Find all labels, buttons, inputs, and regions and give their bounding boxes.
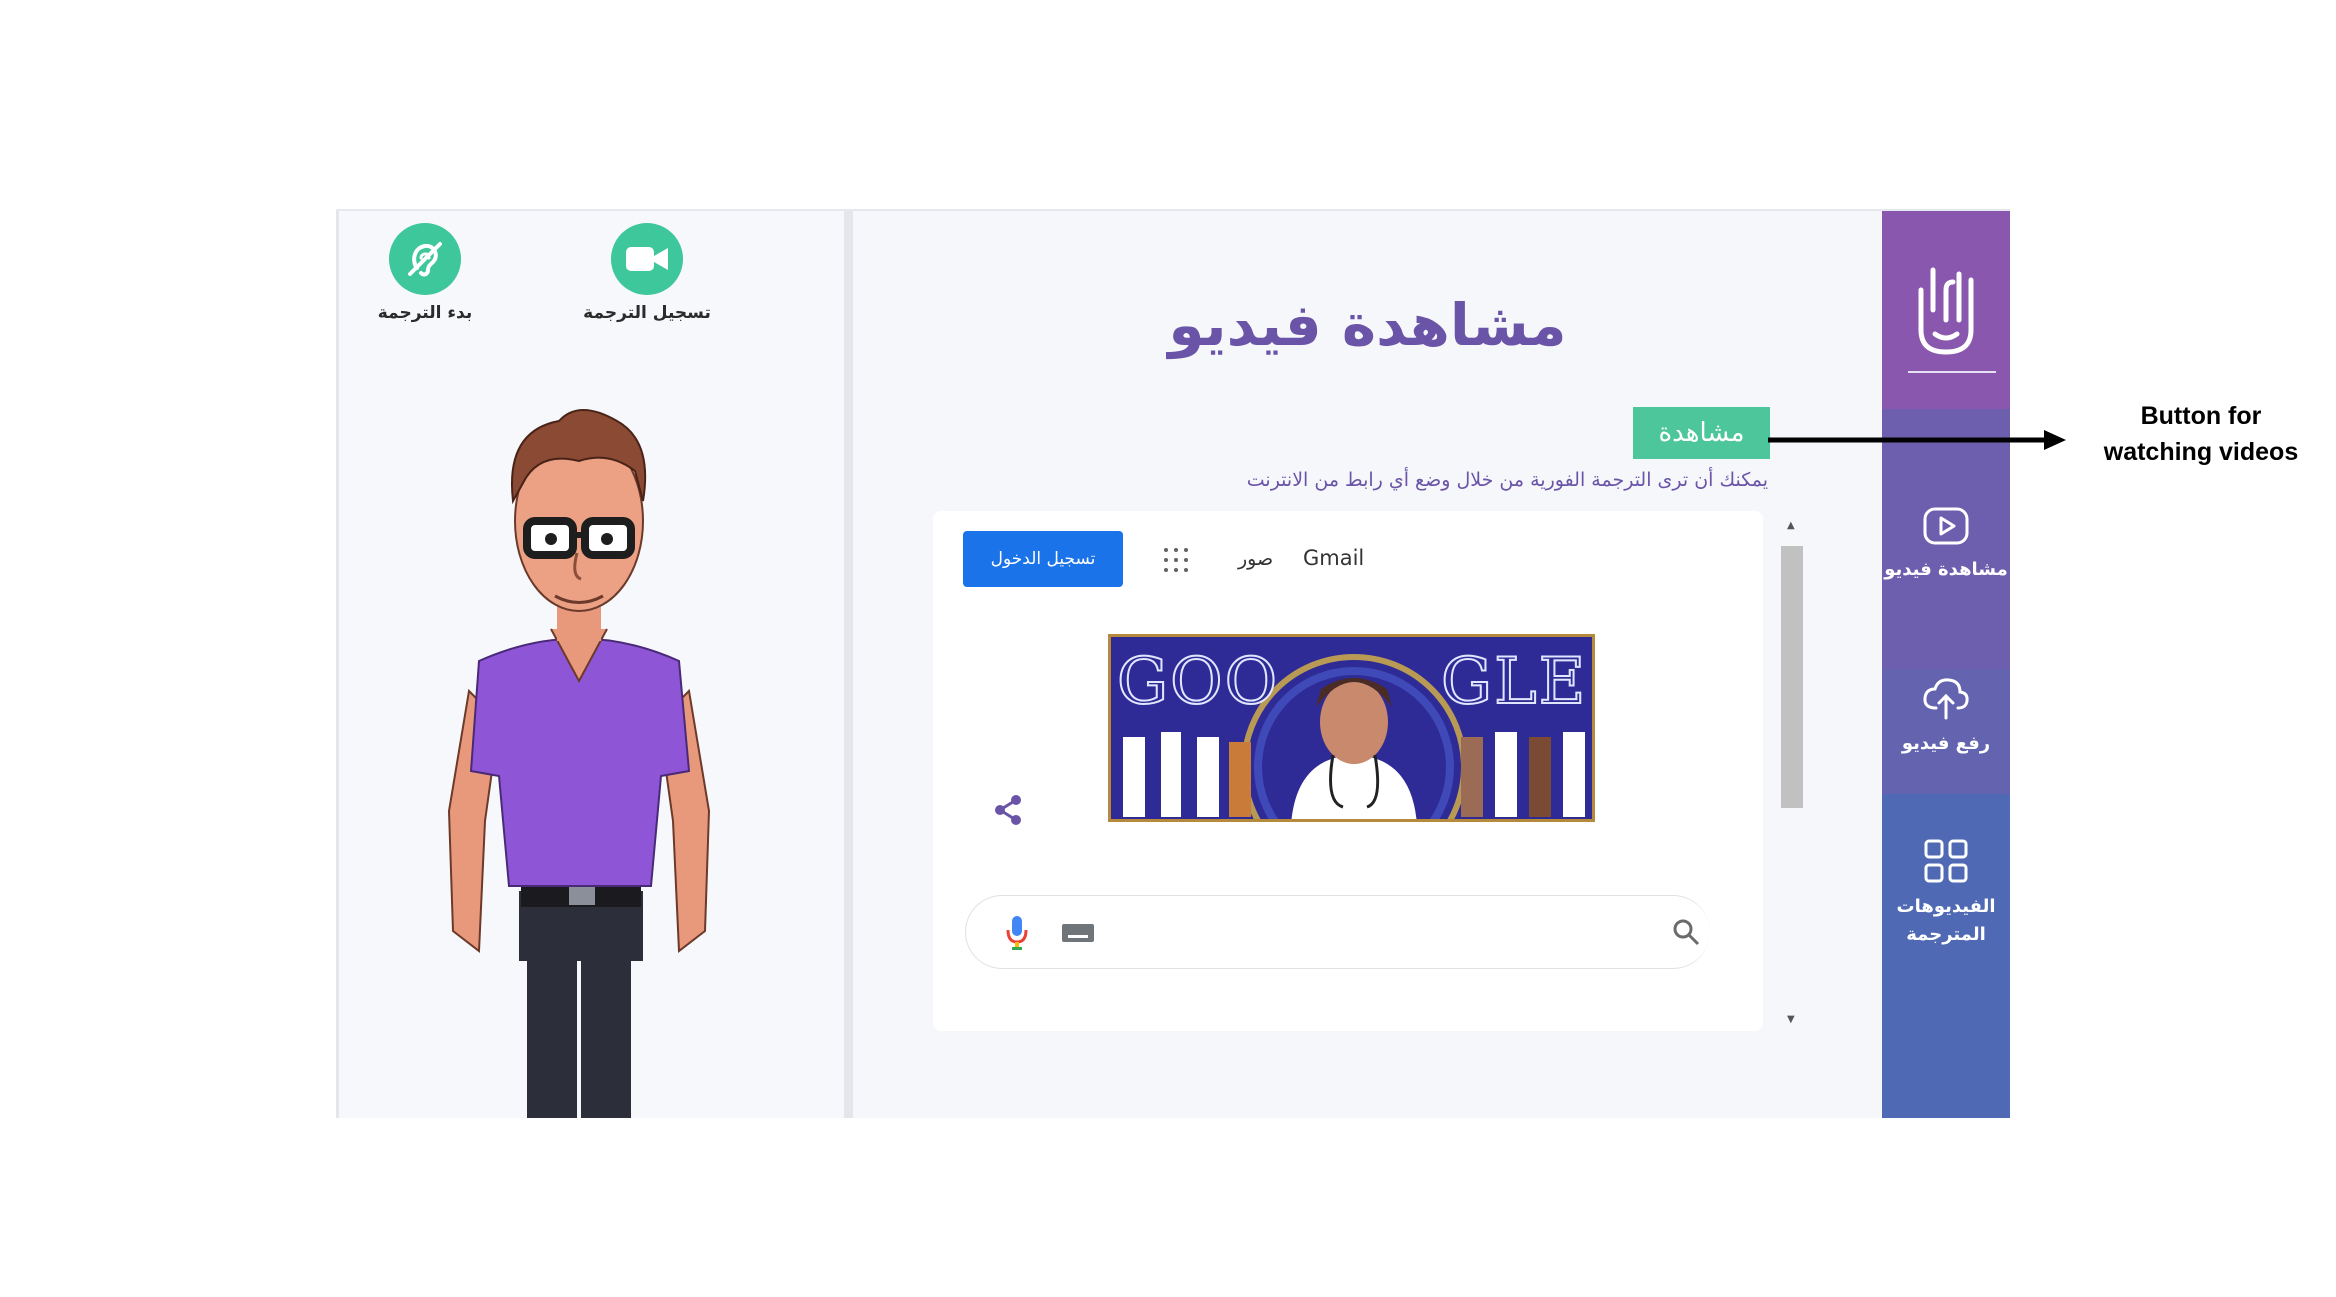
- browser-scrollbar[interactable]: ▲ ▼: [1781, 516, 1803, 1036]
- annotation-line-2: watching videos: [2103, 438, 2299, 466]
- record-translation-label: تسجيل الترجمة: [583, 303, 711, 323]
- doodle-text-left: GOO: [1116, 644, 1280, 720]
- search-icon[interactable]: [1672, 918, 1700, 946]
- microphone-icon[interactable]: [1006, 916, 1028, 950]
- grid-icon: [1924, 839, 1968, 883]
- start-translation-label: بدء الترجمة: [377, 303, 473, 323]
- sidebar-item-label: رفع فيديو: [1901, 733, 1991, 754]
- sidebar-item-translated-videos[interactable]: الفيديوهات المترجمة: [1882, 839, 2010, 949]
- app-logo: [1882, 211, 2010, 409]
- hint-text: يمكنك أن ترى الترجمة الفورية من خلال وضع…: [1246, 469, 1768, 491]
- sidebar-item-watch-video[interactable]: مشاهدة فيديو: [1882, 506, 2010, 584]
- hand-logo-icon: [1918, 267, 1974, 355]
- annotation-caption: Button for watching videos: [2076, 398, 2326, 470]
- app-frame: بدء الترجمة تسجيل الترجمة مشاهدة فيديو م…: [336, 209, 2010, 1118]
- annotation-line-1: Button for: [2140, 402, 2262, 430]
- sidebar-item-label: مشاهدة فيديو: [1884, 559, 2008, 580]
- images-link[interactable]: صور: [1238, 548, 1273, 570]
- search-input[interactable]: [965, 895, 1710, 969]
- record-translation-button[interactable]: تسجيل الترجمة: [572, 223, 722, 323]
- page-title: مشاهدة فيديو: [1168, 291, 1567, 359]
- start-translation-button[interactable]: بدء الترجمة: [350, 223, 500, 323]
- sign-in-button[interactable]: تسجيل الدخول: [963, 531, 1123, 587]
- sidebar-item-label: الفيديوهات المترجمة: [1896, 896, 1996, 945]
- sidebar-item-upload-video[interactable]: رفع فيديو: [1882, 676, 2010, 758]
- main-content: مشاهدة فيديو مشاهدة يمكنك أن ترى الترجمة…: [853, 211, 1882, 1118]
- watch-button[interactable]: مشاهدة: [1633, 407, 1770, 459]
- avatar-panel: بدء الترجمة تسجيل الترجمة: [336, 211, 844, 1118]
- cloud-upload-icon: [1923, 678, 1969, 720]
- scroll-thumb[interactable]: [1781, 546, 1803, 808]
- scroll-up-arrow-icon[interactable]: ▲: [1787, 520, 1795, 531]
- apps-grid-icon[interactable]: [1163, 547, 1189, 573]
- doodle-text-right: GLE: [1440, 644, 1588, 720]
- sidebar: مشاهدة فيديو رفع فيديو الفيديوهات المترج…: [1882, 211, 2010, 1118]
- google-doodle[interactable]: GOO GLE: [1108, 634, 1595, 822]
- ear-icon: [389, 223, 461, 295]
- embedded-browser[interactable]: تسجيل الدخول صور Gmail GOO GLE: [933, 511, 1763, 1031]
- gmail-link[interactable]: Gmail: [1303, 546, 1364, 570]
- share-icon[interactable]: [993, 794, 1023, 826]
- sign-language-avatar: [447, 409, 711, 1118]
- play-icon: [1923, 507, 1969, 545]
- keyboard-icon[interactable]: [1062, 924, 1094, 942]
- logo-underline: [1908, 371, 1996, 373]
- panel-divider: [844, 211, 853, 1118]
- scroll-down-arrow-icon[interactable]: ▼: [1787, 1014, 1795, 1025]
- annotation-arrow-icon: [1768, 430, 2066, 450]
- video-camera-icon: [611, 223, 683, 295]
